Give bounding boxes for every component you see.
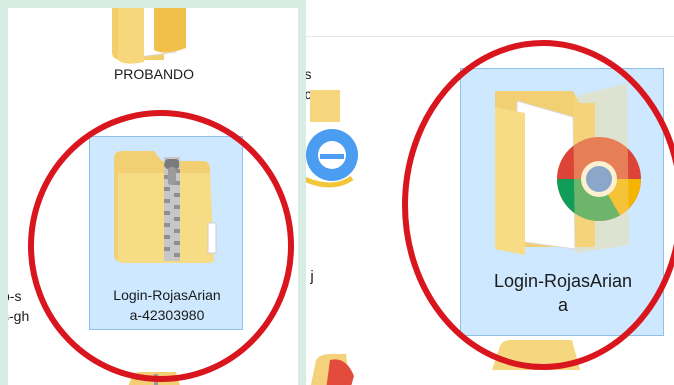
zip-file-label-line2: a-42303980 xyxy=(129,307,205,323)
cut-label-left-1: p-s xyxy=(8,288,22,304)
right-panel: Login-RojasArian a xyxy=(366,0,674,385)
folder-probando-label: PROBANDO xyxy=(113,66,195,82)
chrome-folder-label-line1: Login-RojasArian xyxy=(493,271,633,291)
cut-label-left-2: s-gh xyxy=(8,308,30,324)
middle-strip: s c j xyxy=(306,0,366,385)
partial-folder-icon-bottom-right xyxy=(492,340,580,370)
chrome-folder-item[interactable]: Login-RojasArian a xyxy=(460,68,664,336)
zip-file-item[interactable]: Login-RojasArian a-42303980 xyxy=(89,136,243,330)
top-divider-line xyxy=(306,36,366,37)
internet-explorer-icon xyxy=(306,129,358,188)
chrome-folder-icon xyxy=(495,83,641,255)
left-panel: PROBANDO p-s s-gh xyxy=(0,0,306,385)
partial-folder-icon-bottom-middle xyxy=(311,354,354,385)
folder-icon xyxy=(112,8,186,64)
cut-label-middle-1: s xyxy=(306,66,312,82)
cut-label-middle-3: j xyxy=(310,268,314,285)
zip-folder-icon xyxy=(114,151,217,263)
zip-file-label-line1: Login-RojasArian xyxy=(113,287,221,303)
folder-probando-item[interactable]: PROBANDO xyxy=(94,8,200,90)
left-panel-content: PROBANDO p-s s-gh xyxy=(8,8,298,385)
top-divider-line-right xyxy=(366,36,674,37)
partial-folder-icon-bottom xyxy=(128,372,180,385)
chrome-folder-label-line2: a xyxy=(557,295,568,315)
